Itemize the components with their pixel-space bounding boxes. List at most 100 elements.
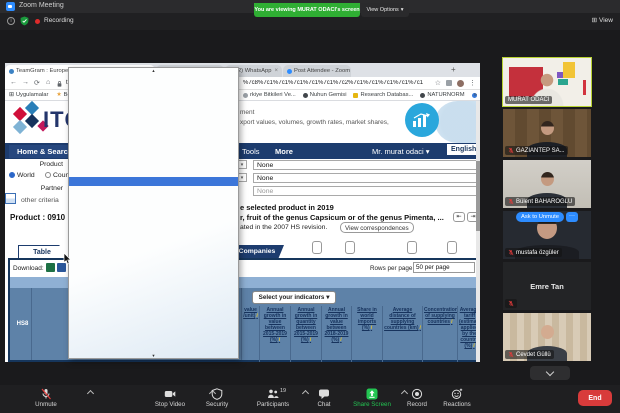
dropdown-item[interactable]: [69, 194, 238, 203]
partner-group-select[interactable]: None: [253, 186, 477, 196]
dropdown-item[interactable]: [69, 274, 238, 283]
country-group-select[interactable]: None: [253, 173, 477, 183]
dropdown-item[interactable]: [69, 124, 238, 133]
column-header[interactable]: Average distance of supplying countries …: [383, 306, 423, 362]
nav-user-menu[interactable]: Mr. murat odaci ▾: [372, 147, 430, 156]
dropdown-item[interactable]: [69, 168, 238, 177]
dropdown-item[interactable]: [69, 265, 238, 274]
bookmarks-overflow-icon[interactable]: »: [474, 92, 477, 98]
info-icon[interactable]: i: [256, 313, 257, 319]
extensions-icon[interactable]: [446, 80, 452, 86]
product-group-select[interactable]: None: [253, 160, 477, 170]
dropdown-item[interactable]: [69, 203, 238, 212]
info-icon[interactable]: i: [420, 325, 421, 331]
bookmark-item[interactable]: Nuhun Gemisi: [303, 92, 347, 98]
ask-to-unmute-button[interactable]: Ask to Unmute: [516, 212, 564, 222]
dropdown-item[interactable]: [69, 318, 238, 327]
reload-icon[interactable]: ⟳: [34, 79, 40, 87]
excel-download-icon[interactable]: [46, 263, 55, 272]
info-icon[interactable]: i: [371, 325, 372, 331]
dropdown-item[interactable]: [69, 344, 238, 353]
participants-button[interactable]: Participants 19: [246, 388, 300, 408]
browser-tab[interactable]: Post Attendee - Zoom ×: [283, 65, 351, 77]
dropdown-item[interactable]: [69, 115, 238, 124]
apps-shortcut[interactable]: ⊞ Uygulamalar: [9, 92, 48, 98]
bookmark-item[interactable]: Research Databas...: [353, 92, 413, 98]
dropdown-item[interactable]: [69, 133, 238, 142]
tab-table[interactable]: Table: [18, 245, 66, 258]
action-button[interactable]: [312, 241, 322, 254]
view-layout-button[interactable]: ⊞ View: [592, 16, 613, 24]
action-button[interactable]: [447, 241, 457, 254]
dropdown-item[interactable]: [69, 247, 238, 256]
dropdown-item[interactable]: [69, 98, 238, 107]
end-meeting-button[interactable]: End: [578, 390, 612, 406]
participant-tile[interactable]: GAZIANTEP SA... GAZIANTEP SA...: [503, 109, 591, 157]
info-icon[interactable]: i: [7, 17, 15, 25]
action-button[interactable]: [407, 241, 417, 254]
action-button[interactable]: [345, 241, 355, 254]
stop-video-button[interactable]: Stop Video: [143, 388, 197, 408]
criteria-grid-icon[interactable]: [5, 193, 16, 204]
view-correspondences-button[interactable]: View correspondences: [340, 222, 414, 233]
participant-tile[interactable]: MURAT ODACI MURAT ODACI: [503, 58, 591, 106]
dropdown-item[interactable]: [69, 282, 238, 291]
dropdown-item[interactable]: [69, 186, 238, 195]
dropdown-item[interactable]: [69, 106, 238, 115]
back-icon[interactable]: ←: [10, 79, 17, 86]
more-options-button[interactable]: ···: [566, 212, 578, 222]
participant-tile[interactable]: Emre Tan Emre Tan: [503, 262, 591, 310]
dropdown-item[interactable]: [69, 300, 238, 309]
info-icon[interactable]: i: [473, 343, 474, 349]
column-header[interactable]: Share in world imports (%)i: [352, 306, 383, 362]
dropdown-item[interactable]: [69, 309, 238, 318]
dropdown-item[interactable]: [69, 230, 238, 239]
dropdown-item[interactable]: [69, 212, 238, 221]
column-header[interactable]: Annual growth in value between 2018-2019…: [322, 306, 352, 362]
select-indicators-button[interactable]: Select your indicators ▾: [252, 291, 336, 304]
info-icon[interactable]: i: [279, 337, 280, 343]
view-options-button[interactable]: View Options ▾: [361, 3, 409, 17]
rows-per-page-select[interactable]: 50 per page: [413, 262, 475, 273]
participant-tile[interactable]: Cevdet Güllü Cevdet Güllü: [503, 313, 591, 361]
browser-menu-icon[interactable]: ⋮: [469, 79, 476, 87]
unmute-options-caret[interactable]: [87, 390, 94, 397]
reactions-button[interactable]: Reactions: [430, 388, 484, 408]
browser-scrollbar[interactable]: [476, 101, 480, 362]
column-header[interactable]: value /unit)i: [242, 306, 260, 362]
dropdown-item[interactable]: [69, 256, 238, 265]
home-icon[interactable]: ⌂: [46, 79, 50, 86]
dropdown-item[interactable]: [69, 177, 238, 186]
dropdown-item[interactable]: [69, 238, 238, 247]
browser-profile-avatar[interactable]: [457, 80, 464, 87]
dropdown-item[interactable]: [69, 159, 238, 168]
dropdown-item[interactable]: [69, 335, 238, 344]
dropdown-item[interactable]: [69, 221, 238, 230]
other-criteria-link[interactable]: other criteria: [21, 197, 59, 204]
column-header-hs[interactable]: HS8: [14, 288, 32, 360]
info-icon[interactable]: i: [310, 337, 311, 343]
new-tab-button[interactable]: +: [451, 65, 456, 74]
unmute-button[interactable]: Unmute: [19, 388, 73, 408]
dropdown-item[interactable]: [69, 291, 238, 300]
column-header[interactable]: Annual growth in value between 2015-2019…: [260, 306, 291, 362]
world-radio[interactable]: World: [9, 172, 35, 179]
dropdown-item[interactable]: [69, 150, 238, 159]
close-icon[interactable]: ×: [274, 68, 278, 74]
bookmark-item[interactable]: NATURNORM: [420, 92, 464, 98]
dropdown-item[interactable]: [69, 80, 238, 89]
dropdown-item[interactable]: [69, 89, 238, 98]
nav-more[interactable]: More: [275, 147, 293, 156]
dropdown-item[interactable]: [69, 326, 238, 335]
dropdown-item[interactable]: [69, 142, 238, 151]
info-icon[interactable]: i: [451, 319, 452, 325]
column-header[interactable]: Concentration of supplying countriesi: [423, 306, 458, 362]
bookmark-item[interactable]: rkiye Bitkileri Ve...: [243, 92, 296, 98]
collapse-strip-button[interactable]: [530, 366, 570, 380]
scroll-down-icon[interactable]: ▼: [69, 353, 238, 359]
info-icon[interactable]: i: [340, 337, 341, 343]
participant-tile[interactable]: mustafa özgüler Ask to Unmute ··· mustaf…: [503, 211, 591, 259]
nav-tools[interactable]: Tools: [242, 147, 260, 156]
participant-tile[interactable]: Bülent BAHAROGLU Bülent BAHAROGLU: [503, 160, 591, 208]
bookmark-star-icon[interactable]: ☆: [435, 79, 441, 87]
